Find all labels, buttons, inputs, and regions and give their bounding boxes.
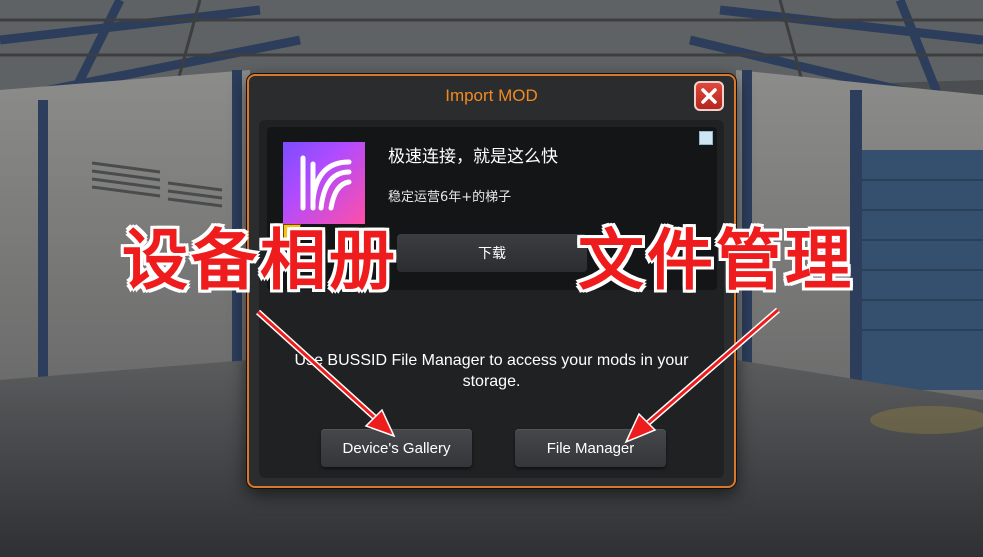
annotation-caption-gallery: 设备相册 [122,222,398,299]
adchoices-icon[interactable] [699,131,713,145]
close-button[interactable] [694,81,724,111]
app-logo-icon[interactable] [283,142,365,224]
import-description: Use BUSSID File Manager to access your m… [294,352,689,390]
file-manager-button[interactable]: File Manager [515,429,666,467]
dialog-title: Import MOD [445,86,538,105]
ad-download-button[interactable]: 下载 [397,234,587,272]
close-x-icon [701,88,717,104]
annotation-caption-file-manager: 文件管理 [578,222,854,299]
dialog-content: 极速连接，就是这么快 稳定运营6年+的梯子 下载 Use BUSSID File… [259,120,724,478]
ad-title: 极速连接，就是这么快 [388,147,558,167]
app-logo-glyph [300,155,352,211]
devices-gallery-button[interactable]: Device's Gallery [321,429,472,467]
ad-subtitle: 稳定运营6年+的梯子 [388,190,512,205]
